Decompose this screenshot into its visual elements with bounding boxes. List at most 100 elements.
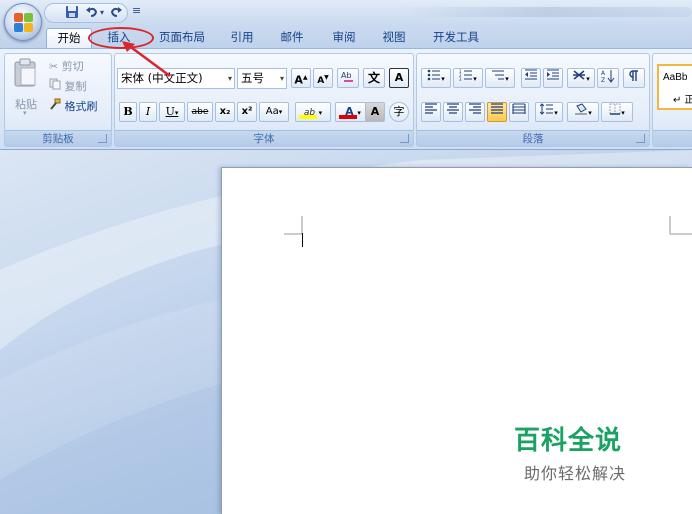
superscript-icon: x² — [241, 106, 253, 117]
shading-button[interactable]: ▾ — [567, 102, 599, 122]
font-launcher-icon[interactable] — [400, 134, 409, 143]
change-case-button[interactable]: Aa▾ — [259, 102, 289, 122]
tab-home[interactable]: 开始 — [46, 28, 92, 48]
office-logo-icon — [14, 13, 34, 33]
character-border-icon: A — [394, 71, 404, 84]
font-size-combo[interactable]: 五号 ▾ — [237, 68, 287, 89]
tab-mailings[interactable]: 邮件 — [272, 28, 312, 48]
copy-label: 复制 — [64, 80, 87, 93]
undo-dropdown-icon[interactable]: ▾ — [97, 5, 107, 21]
margin-corner-top-left — [284, 216, 303, 235]
grow-font-button[interactable]: A▲ — [291, 68, 311, 88]
distributed-button[interactable] — [509, 102, 529, 122]
subscript-button[interactable]: x₂ — [215, 102, 235, 122]
bullets-icon — [427, 69, 441, 81]
paste-button[interactable]: 粘贴 ▾ — [11, 58, 41, 117]
phonetic-guide-button[interactable]: 文 — [363, 68, 385, 88]
copy-button[interactable]: 复制 — [49, 78, 87, 96]
clear-format-button[interactable]: Ab — [337, 68, 359, 88]
numbering-button[interactable]: 1 2 3 ▾ — [453, 68, 483, 88]
style-preview-text: AaBb — [663, 72, 688, 83]
line-spacing-icon — [539, 103, 554, 115]
paint-bucket-icon — [575, 103, 588, 115]
title-bar: ▾ ≡ — [0, 0, 692, 26]
align-left-button[interactable] — [421, 102, 441, 122]
format-painter-label: 格式刷 — [64, 100, 98, 113]
sort-button[interactable]: AZ — [597, 68, 619, 88]
svg-text:Ab: Ab — [341, 71, 352, 80]
shrink-font-button[interactable]: A▼ — [313, 68, 333, 88]
strikethrough-button[interactable]: abe — [187, 102, 213, 122]
justify-button[interactable] — [487, 102, 507, 122]
cut-label: 剪切 — [61, 60, 84, 73]
asian-layout-button[interactable]: ▾ — [567, 68, 595, 88]
asian-layout-icon — [573, 70, 586, 80]
save-icon[interactable] — [63, 5, 81, 21]
tab-references[interactable]: 引用 — [222, 28, 262, 48]
redo-icon[interactable] — [107, 5, 125, 21]
multilevel-list-button[interactable]: ▾ — [485, 68, 515, 88]
align-right-icon — [469, 103, 481, 114]
window-title — [400, 7, 692, 17]
enclose-characters-icon: 字 — [393, 105, 405, 118]
enclose-characters-button[interactable]: 字 — [389, 102, 409, 122]
borders-button[interactable]: ▾ — [601, 102, 633, 122]
decrease-indent-button[interactable] — [521, 68, 541, 88]
highlight-color-swatch — [299, 115, 317, 119]
paste-icon — [14, 58, 36, 87]
style-normal-preview[interactable]: AaBb ↵ 正 — [657, 64, 692, 110]
svg-text:3: 3 — [459, 77, 462, 81]
paragraph-group: ▾ 1 2 3 ▾ ▾ ▾ AZ ▾ ▾ ▾ 段落 — [416, 53, 650, 147]
format-painter-icon — [49, 98, 61, 116]
svg-text:A: A — [601, 70, 606, 77]
highlight-button[interactable]: ab ▾ — [295, 102, 331, 122]
subscript-icon: x₂ — [219, 106, 231, 117]
tab-review[interactable]: 审阅 — [324, 28, 364, 48]
chevron-down-icon: ▾ — [227, 74, 232, 83]
underline-button[interactable]: U▾ — [159, 102, 185, 122]
grow-font-icon: A — [294, 73, 303, 87]
bold-icon: B — [123, 105, 133, 118]
strikethrough-icon: abe — [191, 107, 209, 117]
align-left-icon — [425, 103, 437, 114]
align-center-button[interactable] — [443, 102, 463, 122]
justify-icon — [491, 103, 503, 114]
italic-icon: I — [145, 105, 151, 118]
cut-button[interactable]: ✂ 剪切 — [49, 58, 84, 76]
increase-indent-button[interactable] — [543, 68, 563, 88]
bold-button[interactable]: B — [119, 102, 137, 122]
multilevel-list-icon — [492, 70, 505, 80]
paragraph-launcher-icon[interactable] — [636, 134, 645, 143]
align-right-button[interactable] — [465, 102, 485, 122]
svg-text:Z: Z — [601, 77, 605, 83]
show-hide-button[interactable] — [623, 68, 645, 88]
format-painter-button[interactable]: 格式刷 — [49, 98, 98, 116]
bullets-button[interactable]: ▾ — [421, 68, 451, 88]
text-cursor — [302, 233, 303, 247]
tab-view[interactable]: 视图 — [374, 28, 414, 48]
character-border-button[interactable]: A — [389, 68, 409, 88]
styles-group: AaBb ↵ 正 — [652, 53, 692, 147]
clipboard-group: 粘贴 ▾ ✂ 剪切 复制 格式刷 剪贴板 — [4, 53, 112, 147]
font-group-label: 字体 — [115, 130, 413, 146]
office-button[interactable] — [4, 3, 42, 41]
styles-group-label — [653, 130, 692, 146]
underline-icon: U — [165, 105, 175, 118]
align-center-icon — [447, 103, 459, 114]
numbering-icon: 123 — [459, 69, 473, 82]
character-shading-button[interactable]: A — [365, 102, 385, 122]
increase-indent-icon — [547, 69, 559, 80]
decrease-indent-icon — [525, 69, 537, 80]
ribbon: 粘贴 ▾ ✂ 剪切 复制 格式刷 剪贴板 宋体 (中文正文) ▾ 五号 ▾ A▲… — [0, 48, 692, 150]
superscript-button[interactable]: x² — [237, 102, 257, 122]
style-preview-name: ↵ 正 — [673, 95, 692, 106]
customize-qat-icon[interactable]: ≡ — [132, 4, 141, 17]
italic-button[interactable]: I — [139, 102, 157, 122]
change-case-icon: Aa — [265, 106, 279, 117]
chevron-down-icon: ▾ — [279, 74, 284, 83]
tab-developer[interactable]: 开发工具 — [426, 28, 486, 48]
paragraph-mark-icon — [629, 70, 638, 81]
line-spacing-button[interactable]: ▾ — [535, 102, 563, 122]
clipboard-launcher-icon[interactable] — [98, 134, 107, 143]
sort-icon: AZ — [601, 70, 615, 84]
